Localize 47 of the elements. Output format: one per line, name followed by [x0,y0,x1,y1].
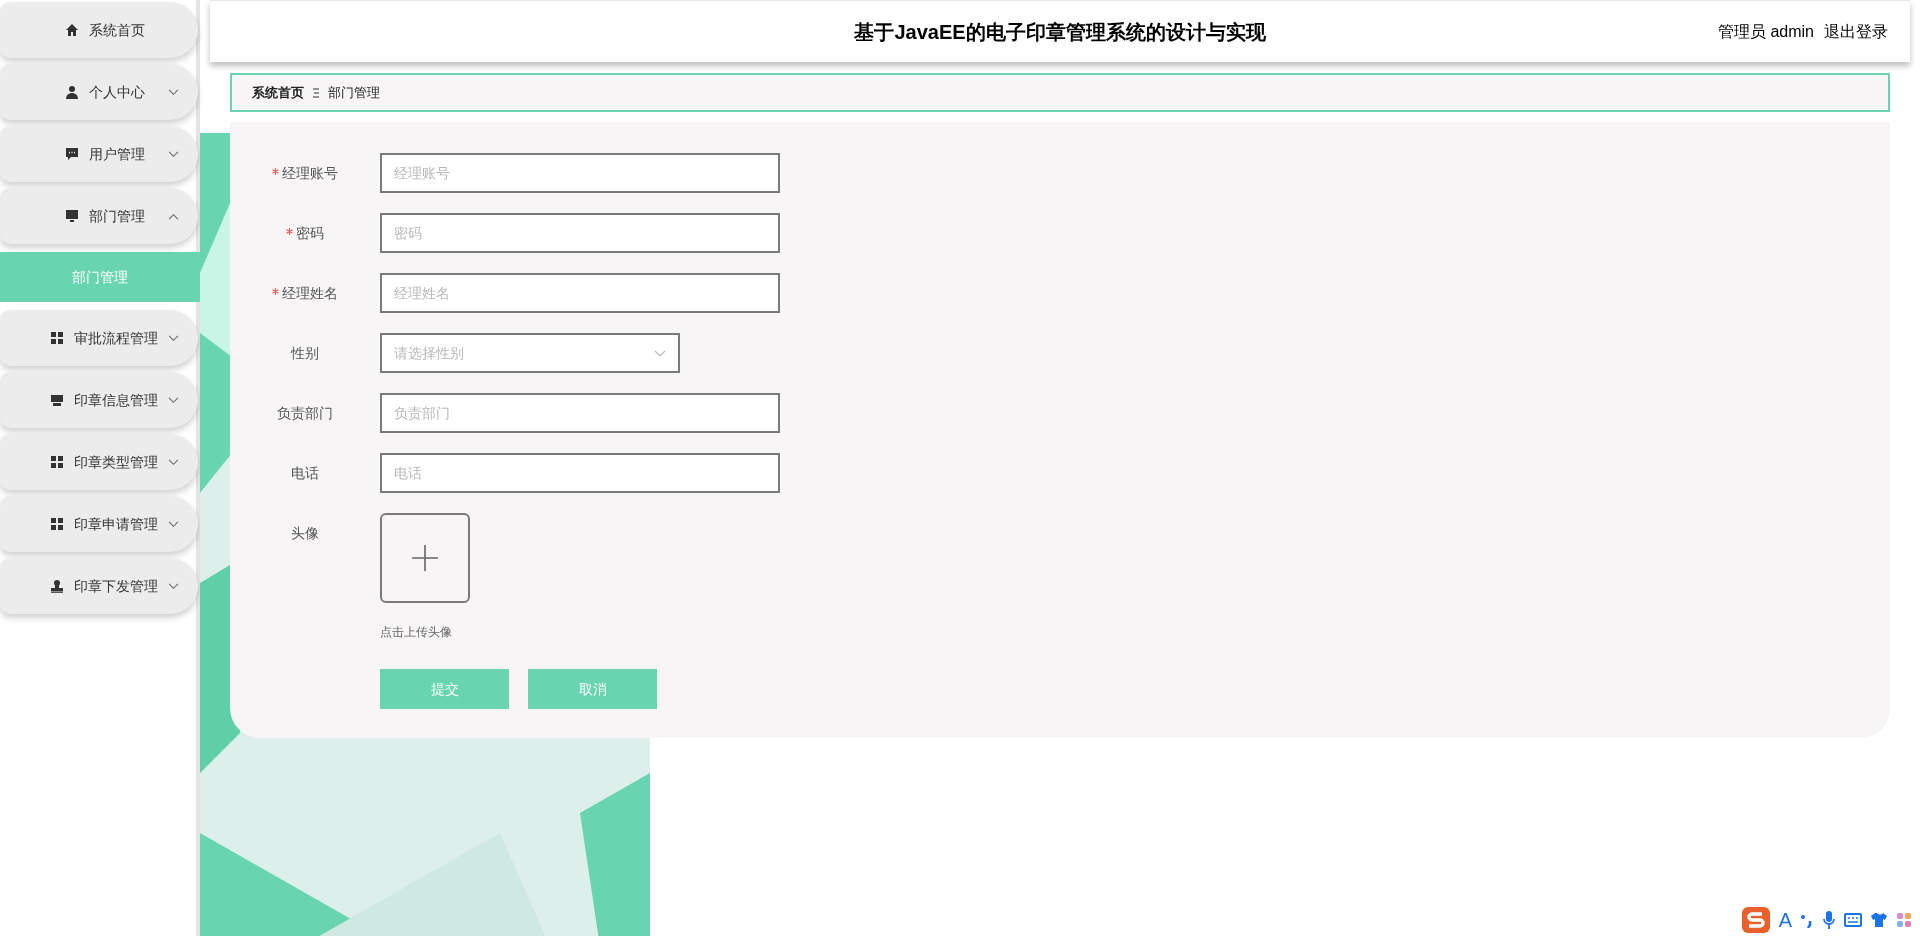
home-icon [65,23,79,37]
input-field[interactable]: 电话 [380,453,780,493]
input-field[interactable]: 密码 [380,213,780,253]
menu-item[interactable]: 印章下发管理 [0,558,198,614]
monitor-icon [65,209,79,223]
field-label: 头像 [291,523,319,543]
upload-button[interactable] [380,513,470,603]
field-label: 经理账号 [282,163,338,183]
input-mode-label[interactable]: A [1778,910,1792,930]
upload-hint: 点击上传头像 [380,624,453,641]
grid-icon [50,517,64,531]
menu-item[interactable]: 印章类型管理 [0,434,198,490]
field-label: 密码 [296,223,324,243]
plus-icon [412,545,438,571]
shirt-icon[interactable] [1870,912,1888,928]
field-label: 电话 [291,463,319,483]
dropdown-icon [654,349,666,357]
field-label: 性别 [291,343,319,363]
field-label: 负责部门 [277,403,333,423]
menu-item[interactable]: 部门管理 [0,188,198,244]
user-label: 管理员 admin [1717,21,1814,42]
menu-item[interactable]: 系统首页 [0,2,198,58]
grid-icon [50,331,64,345]
ime-logo-icon[interactable] [1740,906,1771,934]
breadcrumb-current: 部门管理 [328,83,380,102]
punctuation-icon[interactable] [1800,912,1814,928]
person-icon [65,85,79,99]
chat-icon [65,147,79,161]
breadcrumb-link[interactable]: 系统首页 [252,82,304,103]
menu-item[interactable]: 个人中心 [0,64,198,120]
grid-icon [50,455,64,469]
separator-icon [312,87,320,98]
input-field[interactable]: 负责部门 [380,393,780,433]
input-field[interactable]: 经理姓名 [380,273,780,313]
menu-item[interactable]: 用户管理 [0,126,198,182]
microphone-icon[interactable] [1822,910,1836,930]
field-label: 经理姓名 [282,283,338,303]
input-field[interactable]: 经理账号 [380,153,780,193]
menu-item[interactable]: 印章申请管理 [0,496,198,552]
apps-icon[interactable] [1896,912,1912,928]
logout-link[interactable]: 退出登录 [1824,19,1888,44]
keyboard-icon[interactable] [1844,913,1862,927]
app-title: 基于JavaEE的电子印章管理系统的设计与实现 [854,19,1266,45]
printer-icon [50,393,64,407]
menu-item[interactable]: 审批流程管理 [0,310,198,366]
stamp-icon [50,579,64,593]
menu-item[interactable]: 印章信息管理 [0,372,198,428]
